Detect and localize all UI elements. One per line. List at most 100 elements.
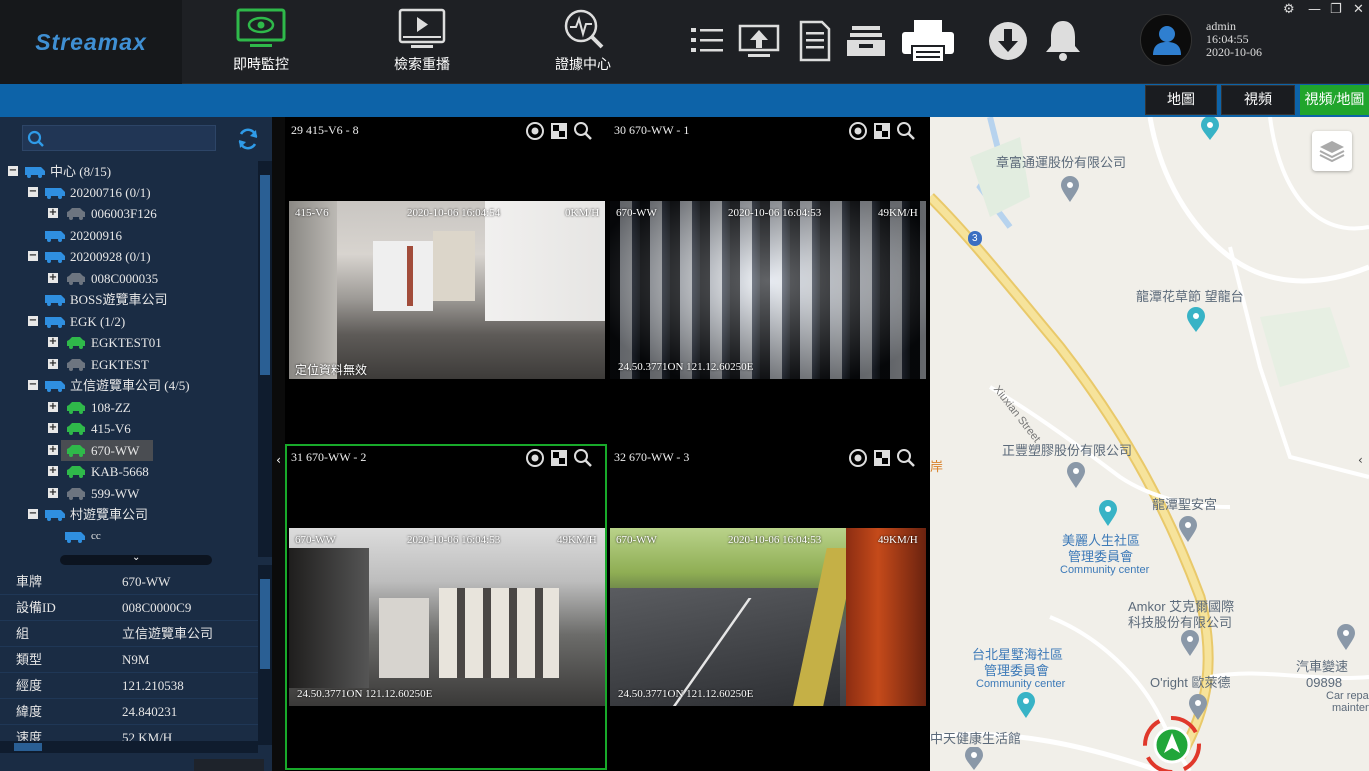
collapse-icon[interactable]: − <box>28 316 38 326</box>
info-row: 設備ID 008C0000C9 <box>0 595 258 621</box>
info-row: 經度 121.210538 <box>0 673 258 699</box>
tree-node[interactable]: − EGK (1/2) <box>28 311 248 332</box>
collapse-icon[interactable]: − <box>28 380 38 390</box>
zoom-icon[interactable] <box>573 121 593 141</box>
tree-node[interactable]: − 中心 (8/15) <box>8 161 248 182</box>
document-icon[interactable] <box>798 20 832 62</box>
snapshot-icon[interactable] <box>872 121 892 141</box>
bus-icon <box>65 532 85 543</box>
upload-icon[interactable] <box>738 22 780 60</box>
map-label: 正豐塑膠股份有限公司 <box>1002 443 1133 458</box>
search-input[interactable] <box>22 125 216 151</box>
expand-icon[interactable]: + <box>48 337 58 347</box>
zoom-icon[interactable] <box>573 448 593 468</box>
collapse-panel-toggle[interactable]: ‹ <box>272 440 285 480</box>
snapshot-icon[interactable] <box>872 448 892 468</box>
close-icon[interactable]: ✕ <box>1353 2 1364 17</box>
tree-node[interactable]: + 415-V6 <box>48 418 248 439</box>
map-label: 龍潭花草節 望龍台 <box>1136 289 1244 304</box>
hscrollbar-thumb[interactable] <box>14 743 42 751</box>
info-hscrollbar[interactable] <box>0 741 258 753</box>
tree-scrollbar[interactable] <box>258 161 272 557</box>
tree-node[interactable]: + KAB-5668 <box>48 461 248 482</box>
info-scrollbar[interactable] <box>258 565 272 745</box>
snapshot-icon[interactable] <box>549 448 569 468</box>
archive-tray-icon[interactable] <box>846 24 886 58</box>
download-icon[interactable] <box>987 20 1029 62</box>
tree-node[interactable]: + 599-WW <box>48 483 248 504</box>
list-icon[interactable] <box>690 26 724 56</box>
record-icon[interactable] <box>525 448 545 468</box>
collapse-icon[interactable]: − <box>28 509 38 519</box>
expand-icon[interactable]: + <box>48 488 58 498</box>
avatar[interactable] <box>1140 14 1192 66</box>
nav-live-monitor[interactable]: 即時監控 <box>206 0 316 84</box>
tree-node[interactable]: + EGKTEST01 <box>48 332 248 353</box>
video-scene <box>439 588 559 678</box>
panel-splitter[interactable]: ⌄ <box>60 552 212 565</box>
osd-plate: 415-V6 <box>295 207 329 219</box>
map-label: 中天健康生活館 <box>930 731 1022 746</box>
expand-icon[interactable]: + <box>48 423 58 433</box>
record-icon[interactable] <box>848 121 868 141</box>
collapse-icon[interactable]: − <box>8 166 18 176</box>
collapse-icon[interactable]: − <box>28 251 38 261</box>
collapse-icon[interactable]: − <box>28 187 38 197</box>
zoom-icon[interactable] <box>896 448 916 468</box>
video-title: 32 670-WW - 3 <box>614 450 690 464</box>
tree-node-selected[interactable]: + 670-WW <box>48 440 248 461</box>
zoom-icon[interactable] <box>896 121 916 141</box>
video-cell-selected[interactable]: 31 670-WW - 2 670-WW 2020-10-06 16:04:53… <box>285 444 607 770</box>
expand-icon[interactable]: + <box>48 359 58 369</box>
device-info-table: 車牌 670-WW 設備ID 008C0000C9 組 立信遊覽車公司 類型 N9M 經… <box>0 565 258 743</box>
osd-location: 24.50.3771ON 121.12.60250E <box>618 688 754 700</box>
settings-gear-icon[interactable]: ⚙ <box>1283 2 1295 17</box>
info-scrollbar-thumb[interactable] <box>260 579 270 669</box>
tree-node[interactable]: − 20200928 (0/1) <box>28 246 248 267</box>
tree-node[interactable]: 20200916 <box>44 225 244 246</box>
layers-button[interactable] <box>1312 131 1352 171</box>
minimize-icon[interactable]: — <box>1308 2 1321 17</box>
tree-node[interactable]: − 20200716 (0/1) <box>28 182 248 203</box>
video-title: 30 670-WW - 1 <box>614 123 690 137</box>
refresh-icon[interactable] <box>236 127 260 151</box>
bell-icon[interactable] <box>1043 18 1083 62</box>
collapse-map-toggle[interactable]: ‹ <box>1358 453 1363 467</box>
tree-node[interactable]: cc <box>64 526 244 547</box>
tree-node-label: 20200928 (0/1) <box>70 249 151 264</box>
view-video-map-button[interactable]: 視頻/地圖 <box>1300 85 1369 115</box>
expand-icon[interactable]: + <box>48 208 58 218</box>
video-cell[interactable]: 29 415-V6 - 8 415-V6 2020-10-06 16:04:54… <box>285 117 607 443</box>
video-cell[interactable]: 32 670-WW - 3 670-WW 2020-10-06 16:04:53… <box>608 444 930 770</box>
expand-icon[interactable]: + <box>48 273 58 283</box>
video-controls <box>848 121 916 146</box>
restore-icon[interactable]: ❐ <box>1330 2 1342 17</box>
expand-icon[interactable]: + <box>48 466 58 476</box>
record-icon[interactable] <box>848 448 868 468</box>
view-map-button[interactable]: 地圖 <box>1145 85 1217 115</box>
tree-node[interactable]: − 村遊覽車公司 <box>28 504 248 525</box>
map-pin-icon <box>1061 176 1079 202</box>
view-video-button[interactable]: 視頻 <box>1221 85 1295 115</box>
record-icon[interactable] <box>525 121 545 141</box>
expand-icon[interactable]: + <box>48 402 58 412</box>
map-label: 汽車變速 <box>1296 659 1349 674</box>
tree-scrollbar-thumb[interactable] <box>260 175 270 375</box>
tree-node-label: EGK (1/2) <box>70 314 126 329</box>
tree-node[interactable]: + 006003F126 <box>48 203 248 224</box>
video-cell[interactable]: 30 670-WW - 1 670-WW 2020-10-06 16:04:53… <box>608 117 930 443</box>
snapshot-icon[interactable] <box>549 121 569 141</box>
printer-icon[interactable] <box>900 18 956 64</box>
car-offline-icon <box>67 359 85 371</box>
tree-node[interactable]: BOSS遊覽車公司 <box>44 289 254 310</box>
tree-node[interactable]: + 108-ZZ <box>48 397 248 418</box>
tree-node[interactable]: − 立信遊覽車公司 (4/5) <box>28 375 248 396</box>
tree-node[interactable]: + EGKTEST <box>48 354 248 375</box>
vehicle-location-marker[interactable] <box>1140 715 1204 771</box>
map-view[interactable]: 章富通運股份有限公司 3 龍潭花草節 望龍台 Xiuxian Street 正豐… <box>930 117 1369 771</box>
nav-evidence-center[interactable]: 證據中心 <box>528 0 638 84</box>
tree-node[interactable]: + 008C000035 <box>48 268 248 289</box>
expand-icon[interactable]: + <box>48 445 58 455</box>
nav-playback[interactable]: 檢索重播 <box>367 0 477 84</box>
info-key: 設備ID <box>16 600 56 615</box>
